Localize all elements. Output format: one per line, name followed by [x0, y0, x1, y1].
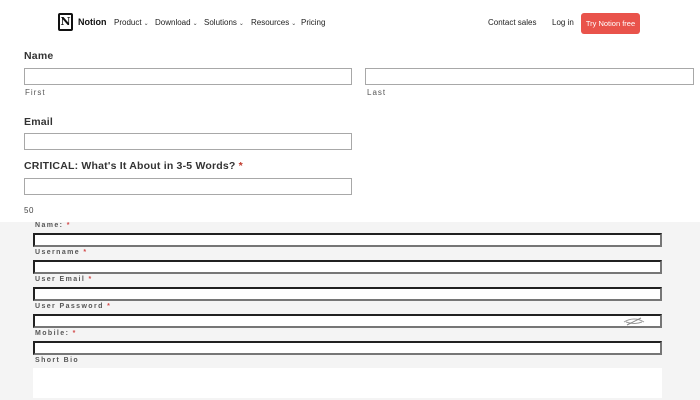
registration-form: Name: * Username * User Email * User Pas… [0, 222, 700, 400]
short-bio-label: Short Bio [35, 357, 80, 364]
nav-item-resources[interactable]: Resources ⌄ [251, 18, 296, 27]
try-notion-free-button[interactable]: Try Notion free [581, 13, 640, 34]
username-label: Username * [35, 249, 88, 256]
nav-item-product[interactable]: Product ⌄ [114, 18, 149, 27]
first-sublabel: First [25, 88, 46, 97]
mobile-label-text: Mobile: [35, 330, 70, 337]
nav-item-label: Resources [251, 18, 290, 27]
critical-input[interactable] [24, 178, 352, 195]
contact-sales-link[interactable]: Contact sales [488, 18, 536, 27]
nav-item-solutions[interactable]: Solutions ⌄ [204, 18, 244, 27]
email-input[interactable] [24, 133, 352, 150]
user-password-label: User Password * [35, 303, 111, 310]
required-mark: * [238, 160, 243, 172]
reg-name-label-text: Name: [35, 222, 64, 229]
nav-item-label: Pricing [301, 18, 326, 27]
first-name-input[interactable] [24, 68, 352, 85]
required-mark: * [66, 222, 71, 229]
chevron-down-icon: ⌄ [291, 21, 297, 27]
last-name-input[interactable] [365, 68, 694, 85]
mobile-label: Mobile: * [35, 330, 77, 337]
nav-item-label: Download [155, 18, 191, 27]
chevron-down-icon: ⌄ [143, 21, 149, 27]
email-label: Email [24, 116, 54, 128]
mobile-input[interactable] [33, 341, 662, 355]
chevron-down-icon: ⌄ [238, 21, 244, 27]
chevron-down-icon: ⌄ [192, 21, 198, 27]
log-in-link[interactable]: Log in [552, 18, 574, 27]
user-password-label-text: User Password [35, 303, 104, 310]
nav-item-label: Solutions [204, 18, 237, 27]
contact-form: Name First Last Email CRITICAL: What's I… [0, 46, 700, 222]
required-mark: * [83, 249, 88, 256]
top-navigation: N Notion Product ⌄ Download ⌄ Solutions ⌄ R… [0, 0, 700, 46]
nav-item-pricing[interactable]: Pricing [301, 18, 325, 27]
critical-label-text: CRITICAL: What's It About in 3-5 Words? [24, 160, 236, 172]
brand-name[interactable]: Notion [78, 17, 107, 27]
user-email-label: User Email * [35, 276, 93, 283]
reg-name-input[interactable] [33, 233, 662, 247]
critical-label: CRITICAL: What's It About in 3-5 Words? … [24, 160, 243, 172]
required-mark: * [88, 276, 93, 283]
nav-item-label: Product [114, 18, 142, 27]
character-count: 50 [24, 206, 34, 215]
user-password-input[interactable] [33, 314, 662, 328]
user-email-label-text: User Email [35, 276, 86, 283]
reg-name-label: Name: * [35, 222, 71, 229]
show-password-icon[interactable] [622, 316, 646, 326]
username-input[interactable] [33, 260, 662, 274]
name-label: Name [24, 50, 54, 62]
user-email-input[interactable] [33, 287, 662, 301]
notion-logo-icon[interactable]: N [58, 13, 73, 31]
nav-item-download[interactable]: Download ⌄ [155, 18, 198, 27]
required-mark: * [107, 303, 112, 310]
short-bio-textarea[interactable] [33, 368, 662, 398]
required-mark: * [72, 330, 77, 337]
last-sublabel: Last [367, 88, 387, 97]
username-label-text: Username [35, 249, 81, 256]
